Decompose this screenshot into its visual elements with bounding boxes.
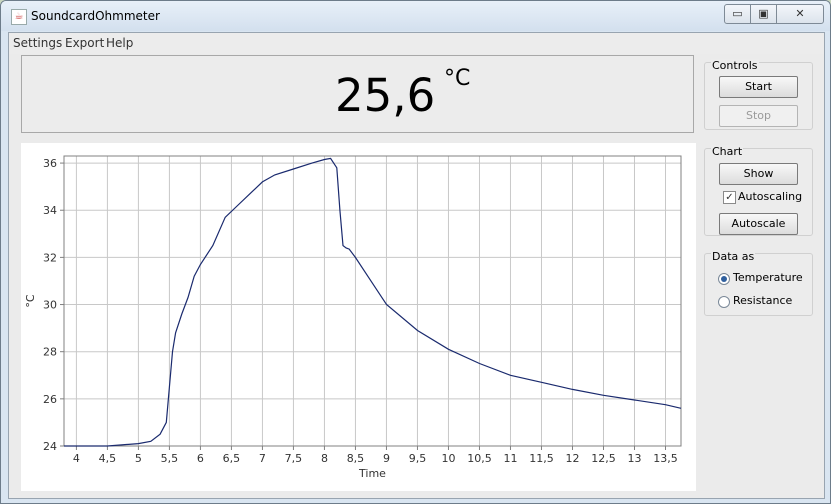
x-tick-label: 6 <box>197 452 204 465</box>
plot-background <box>64 156 681 446</box>
x-tick-label: 9,5 <box>409 452 427 465</box>
y-tick-label: 32 <box>43 251 57 264</box>
menu-bar: Settings Export Help <box>9 33 824 54</box>
window-title: SoundcardOhmmeter <box>31 9 160 23</box>
app-window: ☕ SoundcardOhmmeter ▭ ▣ ✕ Settings Expor… <box>0 0 831 504</box>
x-tick-label: 5 <box>135 452 142 465</box>
controls-group: Controls Start Stop <box>704 59 813 130</box>
temperature-unit: °C <box>444 66 471 91</box>
title-bar[interactable]: ☕ SoundcardOhmmeter ▭ ▣ ✕ <box>1 1 830 31</box>
x-tick-label: 11,5 <box>529 452 554 465</box>
java-app-icon: ☕ <box>11 9 27 25</box>
x-tick-label: 13 <box>627 452 641 465</box>
x-tick-label: 10,5 <box>467 452 492 465</box>
y-tick-label: 24 <box>43 440 57 453</box>
menu-export[interactable]: Export <box>65 36 104 50</box>
x-tick-label: 12,5 <box>591 452 616 465</box>
autoscale-button[interactable]: Autoscale <box>719 213 798 235</box>
controls-title: Controls <box>711 59 759 72</box>
x-tick-label: 8 <box>321 452 328 465</box>
resistance-radio[interactable] <box>718 296 730 308</box>
x-tick-label: 5,5 <box>161 452 179 465</box>
y-tick-label: 36 <box>43 157 57 170</box>
client-area: Settings Export Help 25,6 °C 4 4,5 5 5,5 6 6,… <box>8 32 825 499</box>
close-button[interactable]: ✕ <box>776 4 824 24</box>
x-tick-label: 8,5 <box>347 452 365 465</box>
x-tick-label: 11 <box>503 452 517 465</box>
chart-group: Chart Show ✓ Autoscaling Autoscale <box>704 145 813 236</box>
x-axis-label: Time <box>358 467 386 480</box>
data-as-group: Data as Temperature Resistance <box>704 250 813 316</box>
start-button[interactable]: Start <box>719 76 798 98</box>
x-tick-label: 4,5 <box>99 452 117 465</box>
autoscaling-label: Autoscaling <box>738 190 803 203</box>
x-tick-label: 7,5 <box>285 452 303 465</box>
x-tick-label: 13,5 <box>653 452 678 465</box>
autoscaling-checkbox[interactable]: ✓ <box>723 191 736 204</box>
temperature-chart: 4 4,5 5 5,5 6 6,5 7 7,5 8 8,5 9 9,5 10 10,5 11 11,5 12 12… <box>24 155 682 480</box>
minimize-button[interactable]: ▭ <box>724 4 751 24</box>
y-tick-label: 34 <box>43 204 57 217</box>
y-tick-label: 26 <box>43 393 57 406</box>
data-as-title: Data as <box>711 250 756 263</box>
x-tick-label: 10 <box>441 452 455 465</box>
y-tick-label: 30 <box>43 299 57 312</box>
resistance-option-label: Resistance <box>733 294 793 307</box>
show-button[interactable]: Show <box>719 163 798 185</box>
menu-help[interactable]: Help <box>106 36 133 50</box>
x-tick-label: 6,5 <box>223 452 241 465</box>
temperature-value: 25,6 <box>335 69 436 122</box>
x-tick-label: 12 <box>565 452 579 465</box>
x-tick-label: 7 <box>259 452 266 465</box>
readout-panel: 25,6 °C <box>21 55 694 133</box>
y-tick-label: 28 <box>43 346 57 359</box>
chart-title: Chart <box>711 145 744 158</box>
x-tick-label: 4 <box>73 452 80 465</box>
temperature-radio[interactable] <box>718 273 730 285</box>
menu-settings[interactable]: Settings <box>13 36 62 50</box>
stop-button[interactable]: Stop <box>719 105 798 127</box>
temperature-option-label: Temperature <box>733 271 803 284</box>
x-tick-label: 9 <box>383 452 390 465</box>
chart-area: 4 4,5 5 5,5 6 6,5 7 7,5 8 8,5 9 9,5 10 10,5 11 11,5 12 12… <box>21 143 696 491</box>
maximize-button[interactable]: ▣ <box>750 4 777 24</box>
y-axis-label: °C <box>24 294 37 308</box>
